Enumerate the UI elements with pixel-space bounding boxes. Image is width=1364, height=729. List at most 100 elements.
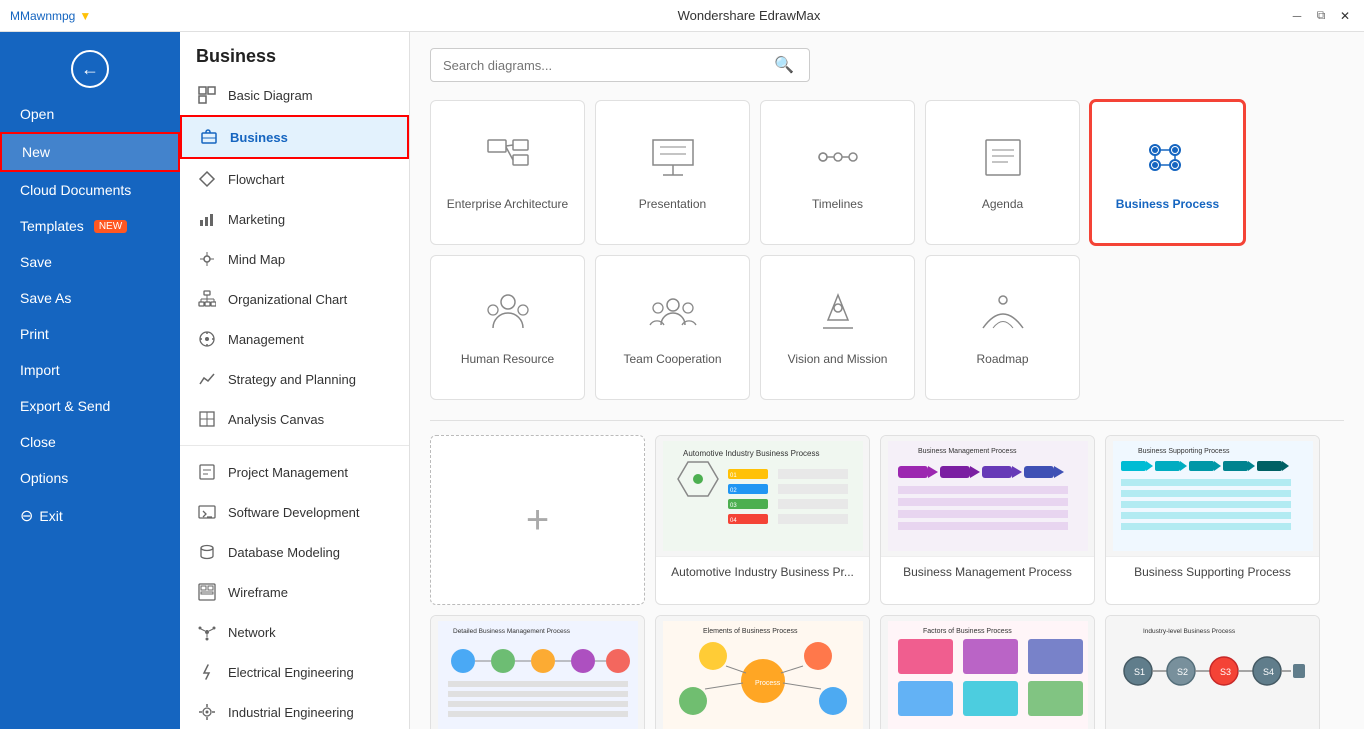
mid-nav-business-label: Business [230, 130, 288, 145]
mid-nav-strategy[interactable]: Strategy and Planning [180, 359, 409, 399]
template-industry-level[interactable]: Industry-level Business Process S1 S2 S3… [1105, 615, 1320, 729]
team-cooperation-icon [648, 290, 698, 344]
enterprise-arch-label: Enterprise Architecture [441, 197, 574, 211]
left-sidebar: ← Open New Cloud Documents Templates NEW… [0, 32, 180, 729]
search-bar: 🔍 [430, 48, 1344, 82]
new-template-card[interactable]: + [430, 435, 645, 605]
svg-text:S4: S4 [1263, 667, 1274, 677]
mid-nav-software[interactable]: Software Development [180, 492, 409, 532]
search-button[interactable]: 🔍 [774, 55, 794, 75]
templates-badge: NEW [94, 220, 127, 233]
card-presentation[interactable]: Presentation [595, 100, 750, 245]
template-thumb-industry-level: Industry-level Business Process S1 S2 S3… [1106, 616, 1319, 729]
mid-nav-marketing[interactable]: Marketing [180, 199, 409, 239]
human-resource-label: Human Resource [455, 352, 560, 366]
template-business-supporting[interactable]: Business Supporting Process [1105, 435, 1320, 605]
template-elements[interactable]: Elements of Business Process Process [655, 615, 870, 729]
mid-nav-flowchart-label: Flowchart [228, 172, 284, 187]
mid-nav-business[interactable]: Business [180, 115, 409, 159]
sidebar-label-options: Options [20, 470, 68, 486]
svg-text:Factors of Business Process: Factors of Business Process [923, 628, 1012, 635]
sidebar-item-exit[interactable]: ⊖ Exit [0, 496, 180, 536]
minimize-button[interactable]: ─ [1288, 7, 1306, 25]
mid-nav-basic-label: Basic Diagram [228, 88, 313, 103]
database-icon [196, 541, 218, 563]
sidebar-item-cloud[interactable]: Cloud Documents [0, 172, 180, 208]
svg-text:Business Supporting Process: Business Supporting Process [1138, 448, 1230, 455]
svg-text:Process: Process [755, 680, 781, 687]
sidebar-label-cloud: Cloud Documents [20, 182, 131, 198]
sidebar-item-templates[interactable]: Templates NEW [0, 208, 180, 244]
sidebar-item-options[interactable]: Options [0, 460, 180, 496]
sidebar-label-open: Open [20, 106, 54, 122]
card-roadmap[interactable]: Roadmap [925, 255, 1080, 400]
mid-nav-wireframe[interactable]: Wireframe [180, 572, 409, 612]
card-team-cooperation[interactable]: Team Cooperation [595, 255, 750, 400]
sidebar-label-save: Save [20, 254, 52, 270]
template-thumb-business-mgmt: Business Management Process [881, 436, 1094, 556]
sidebar-label-import: Import [20, 362, 60, 378]
exit-icon: ⊖ [20, 506, 33, 526]
mid-nav-orgchart[interactable]: Organizational Chart [180, 279, 409, 319]
sidebar-label-save-as: Save As [20, 290, 71, 306]
mid-nav-industrial-label: Industrial Engineering [228, 705, 354, 720]
window-controls: ─ ⧉ ✕ [1288, 7, 1354, 25]
template-business-mgmt[interactable]: Business Management Process [880, 435, 1095, 605]
analysis-icon [196, 408, 218, 430]
diagram-type-grid: Enterprise Architecture Presentation [430, 100, 1344, 400]
template-thumb-factors: Factors of Business Process [881, 616, 1094, 729]
svg-text:03: 03 [730, 503, 737, 509]
sidebar-item-export[interactable]: Export & Send [0, 388, 180, 424]
mid-nav-header: Business [180, 32, 409, 75]
sidebar-label-close: Close [20, 434, 56, 450]
sidebar-item-print[interactable]: Print [0, 316, 180, 352]
sidebar-item-save-as[interactable]: Save As [0, 280, 180, 316]
back-button[interactable]: ← [0, 42, 180, 96]
template-factors[interactable]: Factors of Business Process [880, 615, 1095, 729]
sidebar-item-close[interactable]: Close [0, 424, 180, 460]
mid-nav-mindmap[interactable]: Mind Map [180, 239, 409, 279]
electrical-icon [196, 661, 218, 683]
mid-nav-analysis[interactable]: Analysis Canvas [180, 399, 409, 439]
mid-nav-strategy-label: Strategy and Planning [228, 372, 356, 387]
sidebar-item-new[interactable]: New [0, 132, 180, 172]
mid-nav-management[interactable]: Management [180, 319, 409, 359]
mid-nav-basic[interactable]: Basic Diagram [180, 75, 409, 115]
timelines-label: Timelines [806, 197, 869, 211]
mid-nav-industrial[interactable]: Industrial Engineering [180, 692, 409, 729]
sidebar-item-save[interactable]: Save [0, 244, 180, 280]
user-area[interactable]: MMawnmpg ▼ [10, 9, 91, 23]
content-area: 🔍 Enterprise Architecture [410, 32, 1364, 729]
mid-nav-project[interactable]: Project Management [180, 452, 409, 492]
card-agenda[interactable]: Agenda [925, 100, 1080, 245]
card-enterprise-architecture[interactable]: Enterprise Architecture [430, 100, 585, 245]
template-grid: + Automotive Industry Business Process [430, 435, 1344, 729]
restore-button[interactable]: ⧉ [1312, 7, 1330, 25]
template-automotive[interactable]: Automotive Industry Business Process [655, 435, 870, 605]
app-title: Wondershare EdrawMax [210, 8, 1288, 23]
agenda-label: Agenda [976, 197, 1029, 211]
mid-nav-flowchart[interactable]: Flowchart [180, 159, 409, 199]
svg-text:Detailed Business Management P: Detailed Business Management Process [453, 628, 571, 635]
card-vision-mission[interactable]: Vision and Mission [760, 255, 915, 400]
card-business-process[interactable]: Business Process [1090, 100, 1245, 245]
sidebar-item-open[interactable]: Open [0, 96, 180, 132]
mid-nav: Business Basic Diagram Business Flowchar… [180, 32, 410, 729]
close-button[interactable]: ✕ [1336, 7, 1354, 25]
business-process-icon [1140, 135, 1195, 189]
team-cooperation-label: Team Cooperation [617, 352, 727, 366]
mid-nav-electrical[interactable]: Electrical Engineering [180, 652, 409, 692]
template-label-business-supporting: Business Supporting Process [1106, 556, 1319, 587]
template-detailed-mgmt[interactable]: Detailed Business Management Process [430, 615, 645, 729]
project-icon [196, 461, 218, 483]
sidebar-item-import[interactable]: Import [0, 352, 180, 388]
user-dropdown-icon[interactable]: ▼ [79, 9, 91, 23]
mid-nav-network[interactable]: Network [180, 612, 409, 652]
card-timelines[interactable]: Timelines [760, 100, 915, 245]
template-label-business-mgmt: Business Management Process [881, 556, 1094, 587]
mid-nav-database[interactable]: Database Modeling [180, 532, 409, 572]
back-circle-icon[interactable]: ← [71, 50, 109, 88]
card-human-resource[interactable]: Human Resource [430, 255, 585, 400]
search-input[interactable] [430, 48, 810, 82]
sidebar-label-print: Print [20, 326, 49, 342]
